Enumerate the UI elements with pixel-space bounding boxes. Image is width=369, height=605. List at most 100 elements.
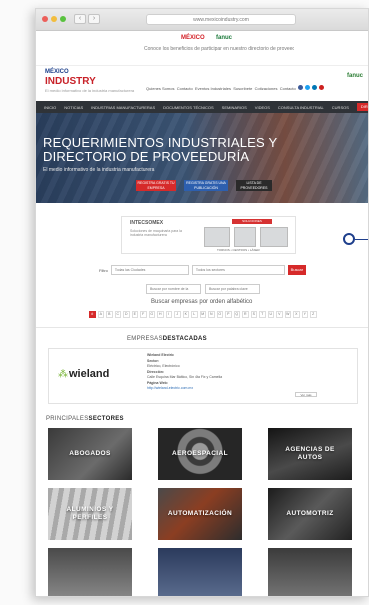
info-web-link[interactable]: http://wieland-electric.com.mx <box>147 386 193 390</box>
header-link[interactable]: Contacto <box>177 86 193 91</box>
ad-banner[interactable]: INTECSOMEX Soluciones de maquinaria para… <box>121 216 296 254</box>
sector-tile-label: AGENCIAS DE AUTOS <box>285 446 335 461</box>
sector-tile-agencias[interactable]: AGENCIAS DE AUTOS <box>268 428 352 480</box>
filter-label: Filtro <box>99 267 108 273</box>
sector-select[interactable]: Todos los sectores <box>191 265 285 275</box>
alphabet-letter[interactable]: Y <box>301 311 308 318</box>
sector-tile-label: AUTOMOTRIZ <box>286 510 334 517</box>
nav-item[interactable]: INICIO <box>44 105 56 110</box>
sector-tile-abogados[interactable]: ABOGADOS <box>48 428 132 480</box>
search-button[interactable]: Buscar <box>287 265 306 275</box>
target-circle-icon <box>343 233 355 245</box>
name-search-input[interactable]: Buscar por nombre de la <box>146 284 201 294</box>
info-sector: Eléctrico, Electrónico <box>147 364 180 368</box>
promo-text[interactable]: Conoce los beneficios de participar en n… <box>144 46 294 52</box>
featured-title-bold: DESTACADAS <box>162 336 207 342</box>
sector-tile[interactable] <box>158 548 242 596</box>
header-link[interactable]: Cotizaciones <box>255 86 278 91</box>
alphabet-letter[interactable]: F <box>140 311 147 318</box>
alphabet-letter[interactable]: E <box>131 311 138 318</box>
alphabet-letter[interactable]: V <box>276 311 283 318</box>
social-links <box>298 85 324 90</box>
alphabet-letter[interactable]: H <box>157 311 164 318</box>
keyword-search-input[interactable]: Buscar por palabra clave <box>205 284 260 294</box>
alphabet-letter[interactable]: R <box>242 311 249 318</box>
alphabet-letter[interactable]: T <box>259 311 266 318</box>
alphabet-letter[interactable]: J <box>174 311 181 318</box>
alphabet-letter[interactable]: X <box>293 311 300 318</box>
alphabet-letter[interactable]: I <box>165 311 172 318</box>
youtube-icon[interactable] <box>319 85 324 90</box>
alphabet-letter[interactable]: L <box>191 311 198 318</box>
sector-tile-automotriz[interactable]: AUTOMOTRIZ <box>268 488 352 540</box>
nav-item[interactable]: NOTICIAS <box>64 105 83 110</box>
alphabet-letter[interactable]: Z <box>310 311 317 318</box>
promo-logo[interactable]: MÉXICO <box>181 35 205 41</box>
close-window-icon[interactable] <box>42 16 48 22</box>
alphabet-letter[interactable]: N <box>208 311 215 318</box>
supplier-list-button[interactable]: LISTA DE PROVEEDORES <box>236 180 272 191</box>
forward-button[interactable]: › <box>88 14 100 24</box>
alphabet-letter[interactable]: G <box>148 311 155 318</box>
alphabet-letter[interactable]: S <box>250 311 257 318</box>
sector-tile-label: AEROESPACIAL <box>172 450 228 457</box>
facebook-icon[interactable] <box>298 85 303 90</box>
register-publication-button[interactable]: REGISTRA GRATIS UNA PUBLICACIÓN <box>184 180 228 191</box>
nav-item[interactable]: CURSOS <box>332 105 349 110</box>
nav-item[interactable]: DOCUMENTOS TÉCNICOS <box>163 105 214 110</box>
machine-image <box>234 227 256 247</box>
nav-item[interactable]: CONSULTA INDUSTRIAL <box>278 105 324 110</box>
address-bar[interactable]: www.mexicoindustry.com <box>146 14 296 25</box>
linkedin-icon[interactable] <box>312 85 317 90</box>
header-link[interactable]: Contacto <box>280 86 296 91</box>
sector-tile-aeroespacial[interactable]: AEROESPACIAL <box>158 428 242 480</box>
register-company-button[interactable]: REGISTRA GRATIS TU EMPRESA <box>136 180 176 191</box>
sector-tile-aluminios[interactable]: ALUMINIOS Y PERFILES <box>48 488 132 540</box>
maximize-window-icon[interactable] <box>60 16 66 22</box>
sector-tile[interactable] <box>268 548 352 596</box>
nav-item[interactable]: INDUSTRIAS MANUFACTURERAS <box>91 105 155 110</box>
sponsor-logo[interactable]: fanuc <box>347 73 363 79</box>
sector-tile-label: ABOGADOS <box>69 450 111 457</box>
divider <box>36 327 368 328</box>
alphabet-letter[interactable]: M <box>199 311 206 318</box>
alphabet-letter[interactable]: U <box>267 311 274 318</box>
alphabet-letter[interactable]: O <box>216 311 223 318</box>
alphabet-letter[interactable]: B <box>106 311 113 318</box>
ad-section: INTECSOMEX Soluciones de maquinaria para… <box>36 213 368 259</box>
featured-title-light: EMPRESAS <box>127 336 163 342</box>
screenshot-stage: ‹ › www.mexicoindustry.com MÉXICO fanuc … <box>0 0 369 605</box>
site-tagline: El medio informativo de la industria man… <box>45 88 135 93</box>
ad-subtitle: Soluciones de maquinaria para la industr… <box>130 229 182 237</box>
alphabet-letter[interactable]: # <box>89 311 96 318</box>
main-nav: INICIO NOTICIAS INDUSTRIAS MANUFACTURERA… <box>36 101 368 113</box>
alphabet-letter[interactable]: A <box>97 311 104 318</box>
alphabet-letter[interactable]: Q <box>233 311 240 318</box>
city-select[interactable]: Todas las Ciudades <box>110 265 189 275</box>
pointer-line <box>355 238 368 240</box>
nav-item[interactable]: VIDEOS <box>255 105 270 110</box>
info-web-label: Página Web: <box>147 380 168 385</box>
machine-image <box>204 227 230 247</box>
header-link[interactable]: Suscríbete <box>233 86 252 91</box>
alphabet-letter[interactable]: D <box>123 311 130 318</box>
alphabet-letter[interactable]: P <box>225 311 232 318</box>
sector-tile-automatizacion[interactable]: AUTOMATIZACIÓN <box>158 488 242 540</box>
ad-badge: SOLUCIONES INDUSTRIALES <box>232 219 272 228</box>
minimize-window-icon[interactable] <box>51 16 57 22</box>
promo-sponsor-logo[interactable]: fanuc <box>216 35 232 41</box>
more-button[interactable]: Ver más <box>295 392 317 397</box>
sector-tile[interactable] <box>48 548 132 596</box>
nav-directory-button[interactable]: DIRECTORIO <box>356 103 368 111</box>
nav-item[interactable]: SEMINARIOS <box>222 105 247 110</box>
site-logo[interactable]: MÉXICO INDUSTRY <box>45 68 96 87</box>
back-button[interactable]: ‹ <box>74 14 86 24</box>
featured-company-card[interactable]: ⁂ wieland Wieland Electric Sector: Eléct… <box>48 348 358 404</box>
twitter-icon[interactable] <box>305 85 310 90</box>
header-link[interactable]: Quienes Somos <box>146 86 174 91</box>
alphabet-letter[interactable]: K <box>182 311 189 318</box>
header-link[interactable]: Eventos Industriales <box>195 86 231 91</box>
alphabet-letter[interactable]: C <box>114 311 121 318</box>
sector-tile-label: ALUMINIOS Y PERFILES <box>66 506 114 521</box>
alphabet-letter[interactable]: W <box>284 311 291 318</box>
